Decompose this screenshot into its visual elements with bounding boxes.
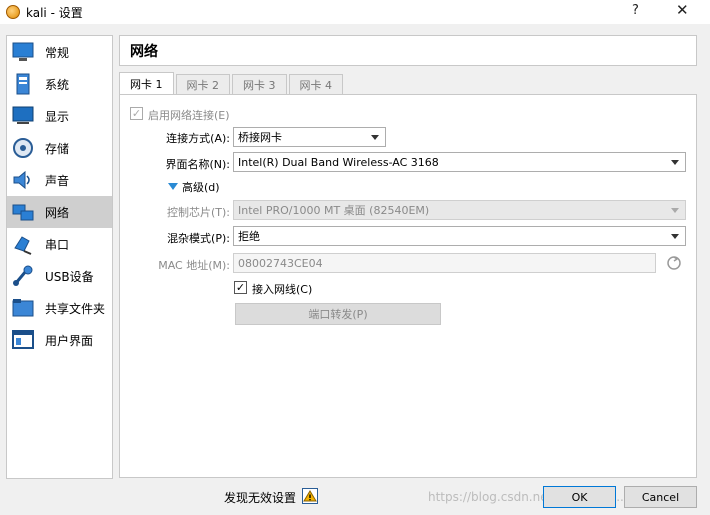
sidebar-item-label: 系统 [45, 77, 70, 92]
close-button[interactable]: ✕ [676, 1, 689, 19]
sidebar-item-user-interface[interactable]: 用户界面 [7, 324, 112, 356]
system-icon [11, 72, 35, 96]
expand-triangle-icon [168, 183, 178, 190]
audio-icon [11, 168, 35, 192]
warning-icon[interactable] [302, 488, 318, 504]
window-title: kali - 设置 [26, 5, 83, 20]
serial-port-icon [11, 232, 35, 256]
usb-icon [11, 264, 35, 288]
chevron-down-icon [671, 208, 679, 213]
adapter-type-value: Intel PRO/1000 MT 桌面 (82540EM) [238, 204, 430, 217]
adapter-tabs: 网卡 1 网卡 2 网卡 3 网卡 4 [119, 72, 345, 94]
sidebar-item-label: 共享文件夹 [45, 301, 106, 316]
adapter-type-select[interactable]: Intel PRO/1000 MT 桌面 (82540EM) [233, 200, 686, 220]
adapter-type-label: 控制芯片(T): [166, 206, 230, 219]
refresh-mac-icon[interactable] [666, 255, 682, 271]
interface-name-value: Intel(R) Dual Band Wireless-AC 3168 [238, 155, 439, 169]
tab-adapter-2[interactable]: 网卡 2 [175, 74, 230, 94]
sidebar-item-usb[interactable]: USB设备 [7, 260, 112, 292]
invalid-settings-label: 发现无效设置 [224, 491, 297, 505]
sidebar-item-label: 存储 [45, 141, 70, 156]
promiscuous-mode-value: 拒绝 [238, 230, 260, 243]
network-icon [11, 200, 35, 224]
display-icon [11, 104, 35, 128]
tab-adapter-3[interactable]: 网卡 3 [232, 74, 287, 94]
user-interface-icon [11, 328, 35, 352]
sidebar-item-shared-folders[interactable]: 共享文件夹 [7, 292, 112, 324]
advanced-toggle[interactable]: 高级(d) [168, 179, 220, 195]
port-forwarding-button[interactable]: 端口转发(P) [235, 303, 441, 325]
sidebar-item-label: USB设备 [45, 269, 94, 284]
sidebar-item-audio[interactable]: 声音 [7, 164, 112, 196]
sidebar-item-display[interactable]: 显示 [7, 100, 112, 132]
chevron-down-icon [671, 234, 679, 239]
promiscuous-mode-select[interactable]: 拒绝 [233, 226, 686, 246]
page-title: 网络 [119, 35, 697, 66]
sidebar-item-general[interactable]: 常规 [7, 36, 112, 68]
tab-adapter-4[interactable]: 网卡 4 [288, 74, 343, 94]
attached-to-value: 桥接网卡 [238, 131, 282, 144]
settings-sidebar: 常规 系统 显示 存储 声音 网络 串口 USB设备 共享文件夹 用户界面 [6, 35, 113, 479]
enable-network-checkbox[interactable]: ✓ [130, 107, 143, 120]
ok-button[interactable]: OK [543, 486, 616, 508]
sidebar-item-storage[interactable]: 存储 [7, 132, 112, 164]
sidebar-item-label: 用户界面 [45, 333, 94, 348]
sidebar-item-label: 声音 [45, 173, 70, 188]
mac-address-input[interactable]: 08002743CE04 [233, 253, 656, 273]
mac-address-label: MAC 地址(M): [158, 259, 230, 272]
chevron-down-icon [671, 160, 679, 165]
interface-name-select[interactable]: Intel(R) Dual Band Wireless-AC 3168 [233, 152, 686, 172]
general-icon [11, 40, 35, 64]
sidebar-item-system[interactable]: 系统 [7, 68, 112, 100]
enable-network-label: 启用网络连接(E) [148, 109, 230, 122]
promiscuous-mode-label: 混杂模式(P): [167, 232, 230, 245]
cable-connected-label: 接入网线(C) [252, 283, 313, 296]
virtualbox-icon [6, 5, 20, 19]
sidebar-item-label: 串口 [45, 237, 70, 252]
help-button[interactable]: ? [632, 3, 639, 18]
network-panel: ✓ 启用网络连接(E) 连接方式(A): 桥接网卡 界面名称(N): Intel… [119, 94, 697, 478]
page-title-text: 网络 [130, 43, 158, 60]
tab-adapter-1[interactable]: 网卡 1 [119, 72, 174, 94]
cancel-button[interactable]: Cancel [624, 486, 697, 508]
mac-address-value: 08002743CE04 [238, 256, 323, 270]
sidebar-item-label: 显示 [45, 109, 70, 124]
sidebar-item-label: 常规 [45, 45, 70, 60]
attached-to-label: 连接方式(A): [166, 132, 230, 145]
advanced-label: 高级(d) [182, 181, 220, 194]
title-bar: kali - 设置 ? ✕ [0, 0, 710, 24]
sidebar-item-label: 网络 [45, 205, 70, 220]
storage-icon [11, 136, 35, 160]
attached-to-select[interactable]: 桥接网卡 [233, 127, 386, 147]
sidebar-item-network[interactable]: 网络 [7, 196, 112, 228]
shared-folder-icon [11, 296, 35, 320]
cable-connected-checkbox[interactable]: ✓ [234, 281, 247, 294]
sidebar-item-serial-port[interactable]: 串口 [7, 228, 112, 260]
interface-name-label: 界面名称(N): [165, 158, 230, 171]
chevron-down-icon [371, 135, 379, 140]
